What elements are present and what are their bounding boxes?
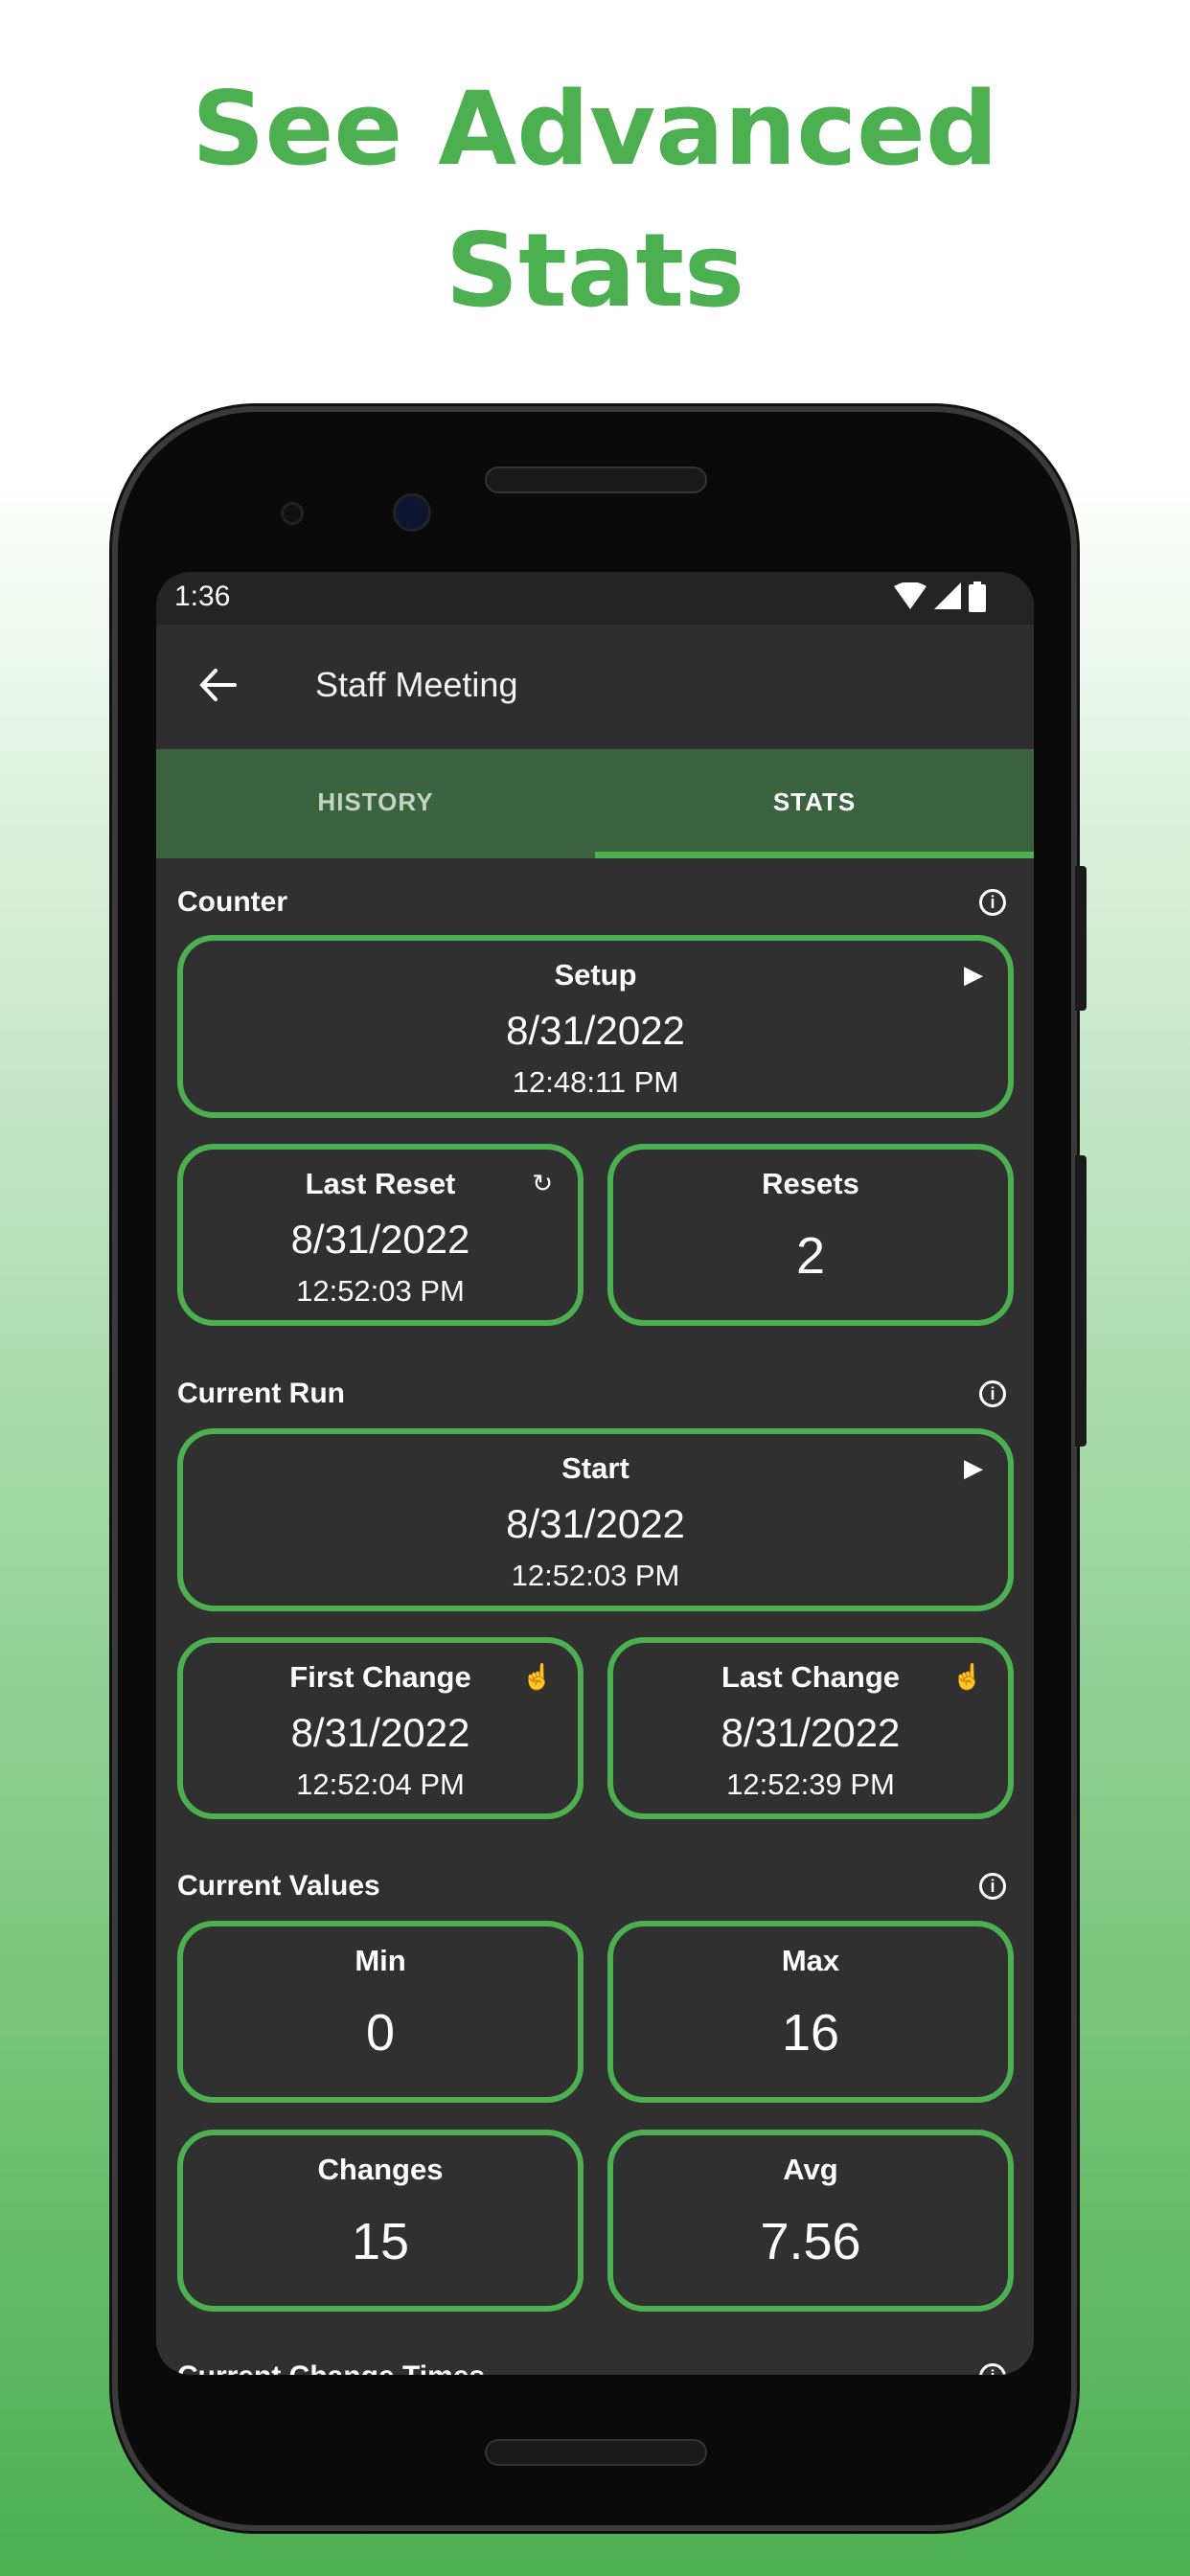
section-current-change-times: Current Change Times i xyxy=(177,2358,1014,2375)
card-title: Start xyxy=(561,1451,629,1485)
section-counter: Counter i xyxy=(177,883,1014,922)
info-icon[interactable]: i xyxy=(979,1380,1006,1407)
card-value: 15 xyxy=(351,2213,410,2270)
front-camera xyxy=(393,493,431,532)
card-time: 12:52:03 PM xyxy=(296,1274,465,1308)
card-date: 8/31/2022 xyxy=(721,1710,901,1755)
card-avg[interactable]: Avg 7.56 xyxy=(607,2130,1014,2312)
card-min[interactable]: Min 0 xyxy=(177,1921,584,2103)
card-first-change[interactable]: First Change ☝ 8/31/2022 12:52:04 PM xyxy=(177,1637,584,1819)
power-button xyxy=(1075,866,1087,1011)
info-icon[interactable]: i xyxy=(979,1873,1006,1900)
card-title: Setup xyxy=(554,958,637,992)
tab-stats[interactable]: STATS xyxy=(595,749,1034,858)
status-bar: 1:36 xyxy=(156,572,1034,625)
battery-icon xyxy=(969,581,986,612)
card-title: Changes xyxy=(317,2153,444,2186)
tap-icon: ☝ xyxy=(521,1662,553,1691)
section-label: Current Change Times xyxy=(177,2360,485,2375)
card-title: Min xyxy=(355,1944,406,1977)
section-current-values: Current Values i xyxy=(177,1867,1014,1905)
phone-screen: 1:36 Staff Meeting HISTORY STATS Counter… xyxy=(156,572,1034,2375)
card-time: 12:52:03 PM xyxy=(511,1559,680,1592)
wifi-icon xyxy=(894,582,927,609)
card-max[interactable]: Max 16 xyxy=(607,1921,1014,2103)
status-time: 1:36 xyxy=(174,581,231,612)
tab-history[interactable]: HISTORY xyxy=(156,749,595,858)
card-start[interactable]: Start ▶ 8/31/2022 12:52:03 PM xyxy=(177,1428,1014,1611)
section-label: Current Run xyxy=(177,1378,345,1409)
card-last-reset[interactable]: Last Reset ↻ 8/31/2022 12:52:03 PM xyxy=(177,1144,584,1326)
info-icon[interactable]: i xyxy=(979,2363,1006,2375)
card-resets[interactable]: Resets 2 xyxy=(607,1144,1014,1326)
card-title: Avg xyxy=(783,2153,838,2186)
section-label: Counter xyxy=(177,886,287,918)
play-icon: ▶ xyxy=(964,1453,983,1482)
card-setup[interactable]: Setup ▶ 8/31/2022 12:48:11 PM xyxy=(177,935,1014,1118)
play-icon: ▶ xyxy=(964,960,983,989)
card-time: 12:48:11 PM xyxy=(512,1065,679,1099)
card-value: 0 xyxy=(365,2004,396,2062)
page-title: Staff Meeting xyxy=(315,665,518,704)
card-value: 16 xyxy=(781,2004,840,2062)
top-speaker xyxy=(485,467,707,493)
card-date: 8/31/2022 xyxy=(290,1710,470,1755)
card-title: Last Change xyxy=(721,1660,901,1694)
signal-icon xyxy=(934,582,961,609)
card-changes[interactable]: Changes 15 xyxy=(177,2130,584,2312)
card-date: 8/31/2022 xyxy=(506,1501,685,1546)
card-title: Max xyxy=(781,1944,840,1977)
card-value: 2 xyxy=(795,1227,826,1285)
card-time: 12:52:04 PM xyxy=(296,1767,465,1801)
card-date: 8/31/2022 xyxy=(290,1217,470,1262)
headline-line-1: See Advanced xyxy=(192,70,998,188)
card-date: 8/31/2022 xyxy=(506,1008,685,1053)
tab-bar: HISTORY STATS xyxy=(156,749,1034,858)
card-title: Resets xyxy=(762,1167,859,1200)
section-current-run: Current Run i xyxy=(177,1375,1014,1413)
card-value: 7.56 xyxy=(760,2213,861,2270)
info-icon[interactable]: i xyxy=(979,889,1006,916)
arrow-left-icon[interactable] xyxy=(195,661,242,709)
volume-button xyxy=(1075,1155,1087,1447)
card-title: Last Reset xyxy=(305,1167,456,1200)
tap-icon: ☝ xyxy=(951,1662,983,1691)
refresh-icon: ↻ xyxy=(532,1169,553,1197)
bottom-speaker xyxy=(485,2439,707,2466)
section-label: Current Values xyxy=(177,1870,380,1902)
front-sensor xyxy=(281,502,304,525)
card-last-change[interactable]: Last Change ☝ 8/31/2022 12:52:39 PM xyxy=(607,1637,1014,1819)
card-title: First Change xyxy=(289,1660,471,1694)
app-bar: Staff Meeting xyxy=(156,625,1034,749)
card-time: 12:52:39 PM xyxy=(726,1767,895,1801)
headline-line-2: Stats xyxy=(445,212,745,330)
